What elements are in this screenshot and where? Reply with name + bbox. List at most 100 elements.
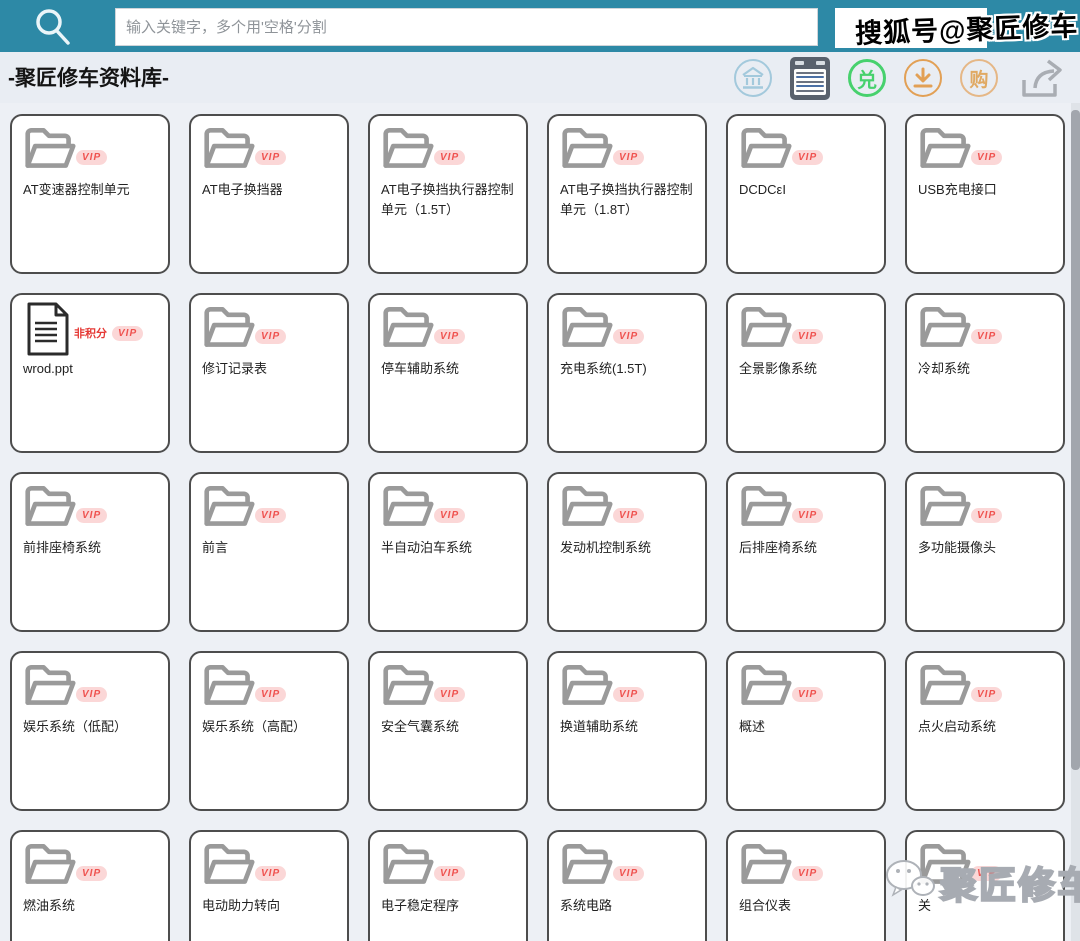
folder-card[interactable]: VIP 后排座椅系统 bbox=[726, 472, 886, 632]
folder-icon bbox=[204, 485, 255, 526]
folder-icon bbox=[741, 127, 792, 168]
vip-badge: VIP bbox=[613, 329, 645, 344]
badge-row: VIP bbox=[255, 508, 287, 523]
vip-badge: VIP bbox=[76, 508, 108, 523]
document-icon bbox=[27, 302, 69, 356]
folder-card[interactable]: VIP 冷却系统 bbox=[905, 293, 1065, 453]
header-action-icons: 兑 购 bbox=[734, 56, 1062, 100]
folder-card[interactable]: VIP 充电系统(1.5T) bbox=[547, 293, 707, 453]
vip-badge: VIP bbox=[255, 687, 287, 702]
badge-row: VIP bbox=[971, 150, 1003, 165]
folder-card[interactable]: VIP DCDCεI bbox=[726, 114, 886, 274]
folder-card[interactable]: VIP 燃油系统 bbox=[10, 830, 170, 941]
badge-row: VIP bbox=[434, 687, 466, 702]
badge-row: VIP bbox=[792, 687, 824, 702]
folder-icon bbox=[920, 127, 971, 168]
buy-icon[interactable]: 购 bbox=[960, 59, 998, 97]
card-label: 全景影像系统 bbox=[739, 361, 818, 376]
card-label: 电子稳定程序 bbox=[381, 898, 460, 913]
vip-badge: VIP bbox=[434, 150, 466, 165]
folder-card[interactable]: VIP 前言 bbox=[189, 472, 349, 632]
folder-card[interactable]: VIP USB充电接口 bbox=[905, 114, 1065, 274]
vip-badge: VIP bbox=[792, 329, 824, 344]
folder-icon bbox=[920, 843, 971, 884]
badge-row: VIP bbox=[613, 866, 645, 881]
share-icon[interactable] bbox=[1016, 56, 1062, 100]
folder-card[interactable]: VIP 发动机控制系统 bbox=[547, 472, 707, 632]
folder-card[interactable]: VIP 概述 bbox=[726, 651, 886, 811]
exchange-icon[interactable]: 兑 bbox=[848, 59, 886, 97]
vip-badge: VIP bbox=[971, 687, 1003, 702]
badge-row: 非积分 VIP bbox=[74, 325, 144, 341]
vip-badge: VIP bbox=[971, 329, 1003, 344]
folder-card[interactable]: 非积分 VIP wrod.ppt bbox=[10, 293, 170, 453]
folder-card[interactable]: VIP 电动助力转向 bbox=[189, 830, 349, 941]
folder-grid: VIP AT变速器控制单元 VIP AT电子换挡器 VIP AT电子换挡执行器控… bbox=[10, 114, 1065, 941]
vip-badge: VIP bbox=[613, 866, 645, 881]
folder-card[interactable]: VIP 娱乐系统（高配） bbox=[189, 651, 349, 811]
badge-row: VIP bbox=[792, 508, 824, 523]
vip-badge: VIP bbox=[971, 150, 1003, 165]
card-label: 娱乐系统（高配） bbox=[202, 719, 307, 734]
folder-card[interactable]: VIP 前排座椅系统 bbox=[10, 472, 170, 632]
folder-icon bbox=[920, 485, 971, 526]
folder-card[interactable]: VIP 点火启动系统 bbox=[905, 651, 1065, 811]
scrollbar-thumb[interactable] bbox=[1071, 110, 1080, 770]
folder-card[interactable]: VIP 娱乐系统（低配） bbox=[10, 651, 170, 811]
card-label: 组合仪表 bbox=[739, 898, 792, 913]
badge-row: VIP bbox=[76, 687, 108, 702]
folder-card[interactable]: VIP 组合仪表 bbox=[726, 830, 886, 941]
folder-card[interactable]: VIP 修订记录表 bbox=[189, 293, 349, 453]
folder-card[interactable]: VIP 换道辅助系统 bbox=[547, 651, 707, 811]
vip-badge: VIP bbox=[434, 329, 466, 344]
badge-row: VIP bbox=[971, 508, 1003, 523]
vip-badge: VIP bbox=[971, 866, 1003, 881]
folder-card[interactable]: VIP AT电子换挡器 bbox=[189, 114, 349, 274]
badge-row: VIP bbox=[434, 329, 466, 344]
card-label: 停车辅助系统 bbox=[381, 361, 460, 376]
notes-list-icon[interactable] bbox=[790, 56, 830, 100]
vip-badge: VIP bbox=[255, 866, 287, 881]
folder-icon bbox=[383, 485, 434, 526]
page-header: -聚匠修车资料库- 兑 购 bbox=[0, 52, 1080, 103]
badge-row: VIP bbox=[792, 150, 824, 165]
badge-row: VIP bbox=[792, 866, 824, 881]
folder-icon bbox=[25, 843, 76, 884]
vip-badge: VIP bbox=[255, 508, 287, 523]
folder-icon bbox=[204, 664, 255, 705]
folder-card[interactable]: VIP 半自动泊车系统 bbox=[368, 472, 528, 632]
card-label: 后排座椅系统 bbox=[739, 540, 818, 555]
folder-card[interactable]: VIP 安全气囊系统 bbox=[368, 651, 528, 811]
badge-row: VIP bbox=[255, 687, 287, 702]
card-label: 换道辅助系统 bbox=[560, 719, 639, 734]
card-label: 发动机控制系统 bbox=[560, 540, 652, 555]
badge-row: VIP bbox=[434, 866, 466, 881]
vip-badge: VIP bbox=[792, 150, 824, 165]
card-label: 点火启动系统 bbox=[918, 719, 997, 734]
folder-card[interactable]: VIP AT电子换挡执行器控制单元（1.5T） bbox=[368, 114, 528, 274]
folder-icon bbox=[741, 485, 792, 526]
folder-card[interactable]: VIP 停车辅助系统 bbox=[368, 293, 528, 453]
card-label: AT电子换挡执行器控制单元（1.8T） bbox=[560, 182, 693, 218]
badge-row: VIP bbox=[76, 150, 108, 165]
folder-icon bbox=[741, 664, 792, 705]
folder-card[interactable]: VIP 全景影像系统 bbox=[726, 293, 886, 453]
card-label: AT电子换挡器 bbox=[202, 182, 283, 197]
folder-card[interactable]: VIP 电子稳定程序 bbox=[368, 830, 528, 941]
search-input[interactable] bbox=[115, 8, 818, 46]
search-button[interactable] bbox=[835, 8, 987, 48]
non-points-badge: 非积分 bbox=[74, 328, 107, 340]
folder-card[interactable]: VIP AT变速器控制单元 bbox=[10, 114, 170, 274]
folder-card[interactable]: VIP 多功能摄像头 bbox=[905, 472, 1065, 632]
card-label: 燃油系统 bbox=[23, 898, 76, 913]
home-icon[interactable] bbox=[734, 59, 772, 97]
folder-card[interactable]: VIP AT电子换挡执行器控制单元（1.8T） bbox=[547, 114, 707, 274]
card-label: DCDCεI bbox=[739, 182, 786, 197]
folder-card[interactable]: VIP 系统电路 bbox=[547, 830, 707, 941]
folder-card[interactable]: VIP 关 bbox=[905, 830, 1065, 941]
folder-icon bbox=[383, 664, 434, 705]
folder-icon bbox=[25, 485, 76, 526]
download-icon[interactable] bbox=[904, 59, 942, 97]
search-icon[interactable] bbox=[30, 4, 76, 50]
folder-icon bbox=[204, 843, 255, 884]
